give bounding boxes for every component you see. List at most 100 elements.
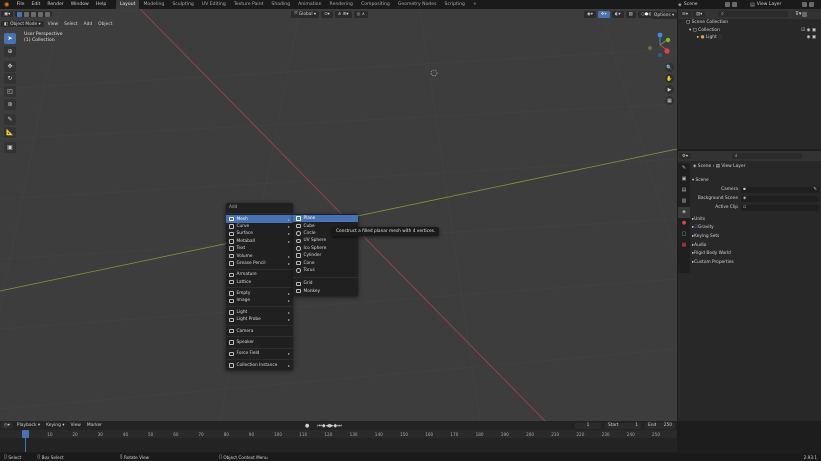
tool-tab-icon[interactable]: ✎	[678, 163, 690, 174]
camera-restrict-icon[interactable]: ▣	[812, 35, 816, 40]
tab-scripting[interactable]: Scripting	[441, 0, 469, 9]
blender-logo-icon[interactable]: ◉	[0, 1, 13, 8]
filter-icon[interactable]: ⊽▾	[795, 11, 801, 17]
outliner-row-scene-collection[interactable]: ▢ Scene Collection	[686, 19, 821, 27]
add-menu-item-light[interactable]: Light ▸	[226, 309, 293, 316]
zoom-view-button[interactable]: 🔍	[665, 63, 674, 72]
add-menu-item-force-field[interactable]: Force Field ▸	[226, 350, 293, 357]
eye-visible-icon[interactable]: ◉	[807, 35, 811, 40]
pivot-dropdown[interactable]: ⊙ ▾	[321, 11, 333, 18]
orientation-dropdown[interactable]: ⤧ Global ▾	[291, 11, 320, 18]
add-cube-tool[interactable]: ▣	[4, 142, 16, 153]
mesh-item-cylinder[interactable]: Cylinder	[293, 252, 358, 259]
panel-keying-sets[interactable]: ▸ Keying Sets	[692, 232, 819, 241]
xray-toggle[interactable]: ▨	[625, 11, 636, 18]
move-tool[interactable]: ✥	[4, 61, 16, 72]
add-menu-item-image[interactable]: Image ▸	[226, 297, 293, 304]
select-invert-icon[interactable]	[38, 11, 44, 17]
tab-uv-editing[interactable]: UV Editing	[198, 0, 230, 9]
eyedropper-icon[interactable]: ✎	[813, 187, 819, 192]
view-layer-selector[interactable]: ▤ View Layer	[750, 1, 815, 8]
texture-tab-icon[interactable]: ▦	[678, 240, 690, 251]
copy-scene-icon[interactable]	[724, 2, 730, 7]
add-menu-item-text[interactable]: Text	[226, 245, 293, 252]
outliner-search[interactable]: ⌕	[718, 10, 789, 18]
panel-gravity[interactable]: ▸ ☑ Gravity	[692, 224, 819, 233]
select-mode-buttons[interactable]	[15, 10, 53, 18]
editor-type-button[interactable]: ▣ ▾	[1, 10, 14, 18]
panel-custom-properties[interactable]: ▸ Custom Properties	[692, 258, 819, 267]
camera-view-button[interactable]: ▶	[665, 85, 674, 94]
add-menu-item-speaker[interactable]: Speaker	[226, 339, 293, 346]
measure-tool[interactable]: 📐	[4, 127, 16, 138]
start-frame-field[interactable]: Start 1	[605, 423, 641, 429]
transform-tool[interactable]: ⊛	[4, 99, 16, 110]
add-menu-item-mesh[interactable]: Mesh ▸	[226, 215, 293, 223]
visibility-dropdown[interactable]: ◉ ▾	[584, 11, 596, 18]
add-menu-item-curve[interactable]: Curve ▸	[226, 223, 293, 230]
background-scene-field[interactable]: ◈	[741, 195, 819, 202]
end-frame-field[interactable]: End 250	[645, 423, 675, 429]
world-tab-icon[interactable]: ●	[678, 218, 690, 229]
menu-render[interactable]: Render	[44, 0, 67, 9]
add-menu-item-empty[interactable]: Empty ▸	[226, 290, 293, 297]
tab-geometry-nodes[interactable]: Geometry Nodes	[394, 0, 441, 9]
tab-animation[interactable]: Animation	[294, 0, 325, 9]
options-dropdown[interactable]: Options ▾	[650, 12, 678, 19]
active-clip-field[interactable]: ▫	[741, 204, 819, 211]
tab-layout[interactable]: Layout	[115, 0, 140, 9]
checkbox-icon[interactable]: ☑	[801, 28, 805, 33]
scene-tab-icon[interactable]: ◈	[678, 207, 690, 218]
add-menu-item-surface[interactable]: Surface ▸	[226, 230, 293, 237]
menu-timeline-view[interactable]: View	[67, 423, 83, 428]
delete-scene-icon[interactable]	[731, 2, 737, 7]
panel-units[interactable]: ▸ Units	[692, 215, 819, 224]
select-tool[interactable]: ➤	[4, 33, 16, 44]
menu-add[interactable]: Add	[81, 22, 96, 27]
properties-editor-type[interactable]: ⚙ ▾	[679, 152, 692, 160]
mesh-item-torus[interactable]: Torus	[293, 267, 358, 274]
gizmo-toggle[interactable]: ✥ ▾	[597, 11, 610, 18]
add-menu-item-camera[interactable]: Camera	[226, 327, 293, 334]
view-layer-name[interactable]: View Layer	[757, 2, 801, 7]
eye-visible-icon[interactable]: ◉	[807, 28, 811, 33]
mesh-item-cone[interactable]: Cone	[293, 259, 358, 266]
tab-texture-paint[interactable]: Texture Paint	[230, 0, 268, 9]
properties-editor[interactable]: ⚙ ▾ ⌕ ✎ ▣ ▤ ▥ ◈ ● ▢ ▦ ◈ Scene › ▤ View La…	[678, 151, 821, 421]
record-icon[interactable]: ●	[305, 423, 309, 429]
pan-view-button[interactable]: ✋	[665, 74, 674, 83]
delete-layer-icon[interactable]	[808, 2, 814, 7]
select-extend-icon[interactable]	[24, 11, 30, 17]
tab-sculpting[interactable]: Sculpting	[168, 0, 197, 9]
camera-restrict-icon[interactable]: ▣	[812, 28, 816, 33]
add-menu-item-light-probe[interactable]: Light Probe ▸	[226, 316, 293, 323]
panel-rigid-body-world[interactable]: ▸ Rigid Body World	[692, 249, 819, 258]
new-collection-icon[interactable]	[802, 11, 808, 17]
mesh-item-ico-sphere[interactable]: Ico Sphere	[293, 245, 358, 252]
add-menu-item-collection-instance[interactable]: Collection Instance ▸	[226, 362, 293, 369]
add-menu-item-lattice[interactable]: Lattice	[226, 279, 293, 286]
add-workspace-button[interactable]: +	[469, 0, 481, 9]
proportional-edit-toggle[interactable]: ◎ ∧	[353, 11, 368, 18]
render-tab-icon[interactable]: ▣	[678, 174, 690, 185]
mesh-item-monkey[interactable]: Monkey	[293, 288, 358, 295]
scene-selector[interactable]: ◈ Scene	[678, 1, 738, 8]
snap-toggle[interactable]: ⋔ ⊞ ▾	[334, 11, 352, 18]
cursor-tool[interactable]: ⊕	[4, 46, 16, 57]
jump-end-icon[interactable]: ⏭	[337, 423, 342, 429]
outliner-row-light[interactable]: ▸ ● Light ◌ ◉ ▣	[686, 34, 816, 42]
add-menu-item-volume[interactable]: Volume ▸	[226, 252, 293, 259]
menu-select[interactable]: Select	[61, 22, 81, 27]
outliner-editor-type[interactable]: ☰ ▾	[679, 10, 692, 18]
scene-panel-header[interactable]: ▾ Scene	[692, 176, 819, 185]
mesh-item-grid[interactable]: Grid	[293, 280, 358, 287]
rotate-tool[interactable]: ↻	[4, 73, 16, 84]
scale-tool[interactable]: ◰	[4, 86, 16, 97]
panel-audio[interactable]: ▸ Audio	[692, 241, 819, 250]
menu-help[interactable]: Help	[92, 0, 109, 9]
add-menu-item-metaball[interactable]: Metaball ▸	[226, 238, 293, 245]
current-frame-field[interactable]: 1	[575, 423, 601, 429]
mesh-item-uv-sphere[interactable]: UV Sphere	[293, 237, 358, 244]
camera-field[interactable]: ▪ ✎	[741, 186, 819, 193]
collection-tab-icon[interactable]: ▢	[678, 229, 690, 240]
